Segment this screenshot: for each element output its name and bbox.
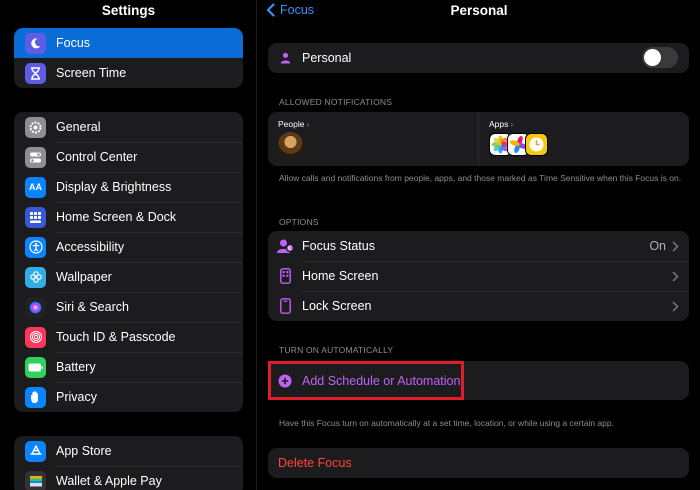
automation-footnote: Have this Focus turn on automatically at… [279, 418, 614, 428]
home-screen-row[interactable]: Home Screen [268, 261, 689, 291]
people-label: People [278, 119, 305, 129]
sidebar-item-label: App Store [56, 444, 112, 458]
focus-status-icon [276, 238, 294, 254]
sidebar-item-label: Accessibility [56, 240, 125, 254]
chevron-right-icon [672, 271, 679, 281]
gear-icon [25, 116, 46, 138]
personal-card: Personal [268, 43, 689, 73]
chevron-right-icon [672, 241, 679, 251]
sidebar-title: Settings [101, 3, 156, 18]
sidebar-item-label: Battery [56, 360, 96, 374]
people-title: People › [278, 119, 309, 129]
apps-label: Apps [489, 119, 509, 129]
apps-title: Apps › [489, 119, 513, 129]
siri-icon [25, 296, 46, 318]
lock-screen-row[interactable]: Lock Screen [268, 291, 689, 321]
personal-label: Personal [302, 51, 352, 65]
focus-status-label: Focus Status [302, 239, 375, 253]
sidebar-item-focus[interactable]: Focus [14, 28, 243, 58]
focus-detail-pane: Focus Personal Personal ALLOWED NOTIFICA… [258, 0, 700, 490]
highlight-box [268, 361, 464, 400]
hourglass-icon [25, 62, 46, 84]
moon-icon [25, 32, 46, 54]
sidebar-item-control-center[interactable]: Control Center [14, 142, 243, 172]
hand-icon [25, 386, 46, 408]
sidebar-item-label: Wallpaper [56, 270, 112, 284]
lock-screen-icon [276, 298, 294, 314]
sidebar-item-wallet-apple-pay[interactable]: Wallet & Apple Pay [14, 466, 243, 490]
delete-focus-label: Delete Focus [278, 456, 352, 470]
sidebar-group-store: App Store Wallet & Apple Pay [14, 436, 243, 490]
sidebar-item-label: Home Screen & Dock [56, 210, 177, 224]
settings-sidebar: Settings Focus Screen Time General Contr… [0, 0, 257, 490]
focus-status-value: On [649, 239, 666, 253]
allowed-apps[interactable]: Apps › [479, 112, 689, 166]
sidebar-item-accessibility[interactable]: Accessibility [14, 232, 243, 262]
sidebar-group-general: General Control Center AA Display & Brig… [14, 112, 243, 412]
contact-avatar [278, 132, 303, 157]
home-screen-label: Home Screen [302, 269, 379, 283]
sidebar-item-battery[interactable]: Battery [14, 352, 243, 382]
allowed-people[interactable]: People › [268, 112, 479, 166]
aa-icon: AA [25, 176, 46, 198]
fingerprint-icon [25, 326, 46, 348]
battery-icon [25, 356, 46, 378]
sidebar-item-home-screen-dock[interactable]: Home Screen & Dock [14, 202, 243, 232]
accessibility-icon [25, 236, 46, 258]
allowed-notifications-header: ALLOWED NOTIFICATIONS [279, 97, 393, 107]
sidebar-item-label: Siri & Search [56, 300, 129, 314]
sidebar-item-siri-search[interactable]: Siri & Search [14, 292, 243, 322]
sidebar-item-app-store[interactable]: App Store [14, 436, 243, 466]
sidebar-item-label: Touch ID & Passcode [56, 330, 176, 344]
chevron-right-icon: › [306, 119, 310, 129]
delete-focus-button[interactable]: Delete Focus [268, 448, 689, 478]
sidebar-item-privacy[interactable]: Privacy [14, 382, 243, 412]
sidebar-item-label: Focus [56, 36, 91, 50]
chevron-right-icon: › [510, 119, 514, 129]
lock-screen-label: Lock Screen [302, 299, 372, 313]
chevron-right-icon [672, 301, 679, 311]
sidebar-item-label: Control Center [56, 150, 138, 164]
flower-icon [25, 266, 46, 288]
sidebar-item-label: Display & Brightness [56, 180, 172, 194]
sidebar-item-screen-time[interactable]: Screen Time [14, 58, 243, 88]
sidebar-item-label: General [56, 120, 101, 134]
wallet-icon [25, 470, 46, 490]
allowed-notifications-card: People › Apps › [268, 112, 689, 166]
sidebar-item-touch-id-passcode[interactable]: Touch ID & Passcode [14, 322, 243, 352]
app-store-icon [25, 440, 46, 462]
focus-status-row[interactable]: Focus Status On [268, 231, 689, 261]
options-header: OPTIONS [279, 217, 319, 227]
allowed-notifications-footnote: Allow calls and notifications from peopl… [279, 173, 682, 183]
sidebar-item-label: Screen Time [56, 66, 127, 80]
sidebar-group-focus: Focus Screen Time [14, 28, 243, 88]
sidebar-item-general[interactable]: General [14, 112, 243, 142]
person-icon [276, 52, 294, 64]
sidebar-item-label: Privacy [56, 390, 97, 404]
delete-card: Delete Focus [268, 448, 689, 478]
grid-icon [25, 206, 46, 228]
sidebar-item-wallpaper[interactable]: Wallpaper [14, 262, 243, 292]
turn-on-automatically-header: TURN ON AUTOMATICALLY [279, 345, 394, 355]
personal-row: Personal [268, 43, 689, 73]
sidebar-item-label: Wallet & Apple Pay [56, 474, 162, 488]
options-card: Focus Status On Home Screen Lock Screen [268, 231, 689, 321]
clock-app-icon [525, 133, 548, 156]
page-title: Personal [450, 3, 508, 18]
sidebar-item-display-brightness[interactable]: AA Display & Brightness [14, 172, 243, 202]
toggles-icon [25, 146, 46, 168]
home-screen-icon [276, 268, 294, 284]
personal-focus-toggle[interactable] [642, 47, 678, 68]
